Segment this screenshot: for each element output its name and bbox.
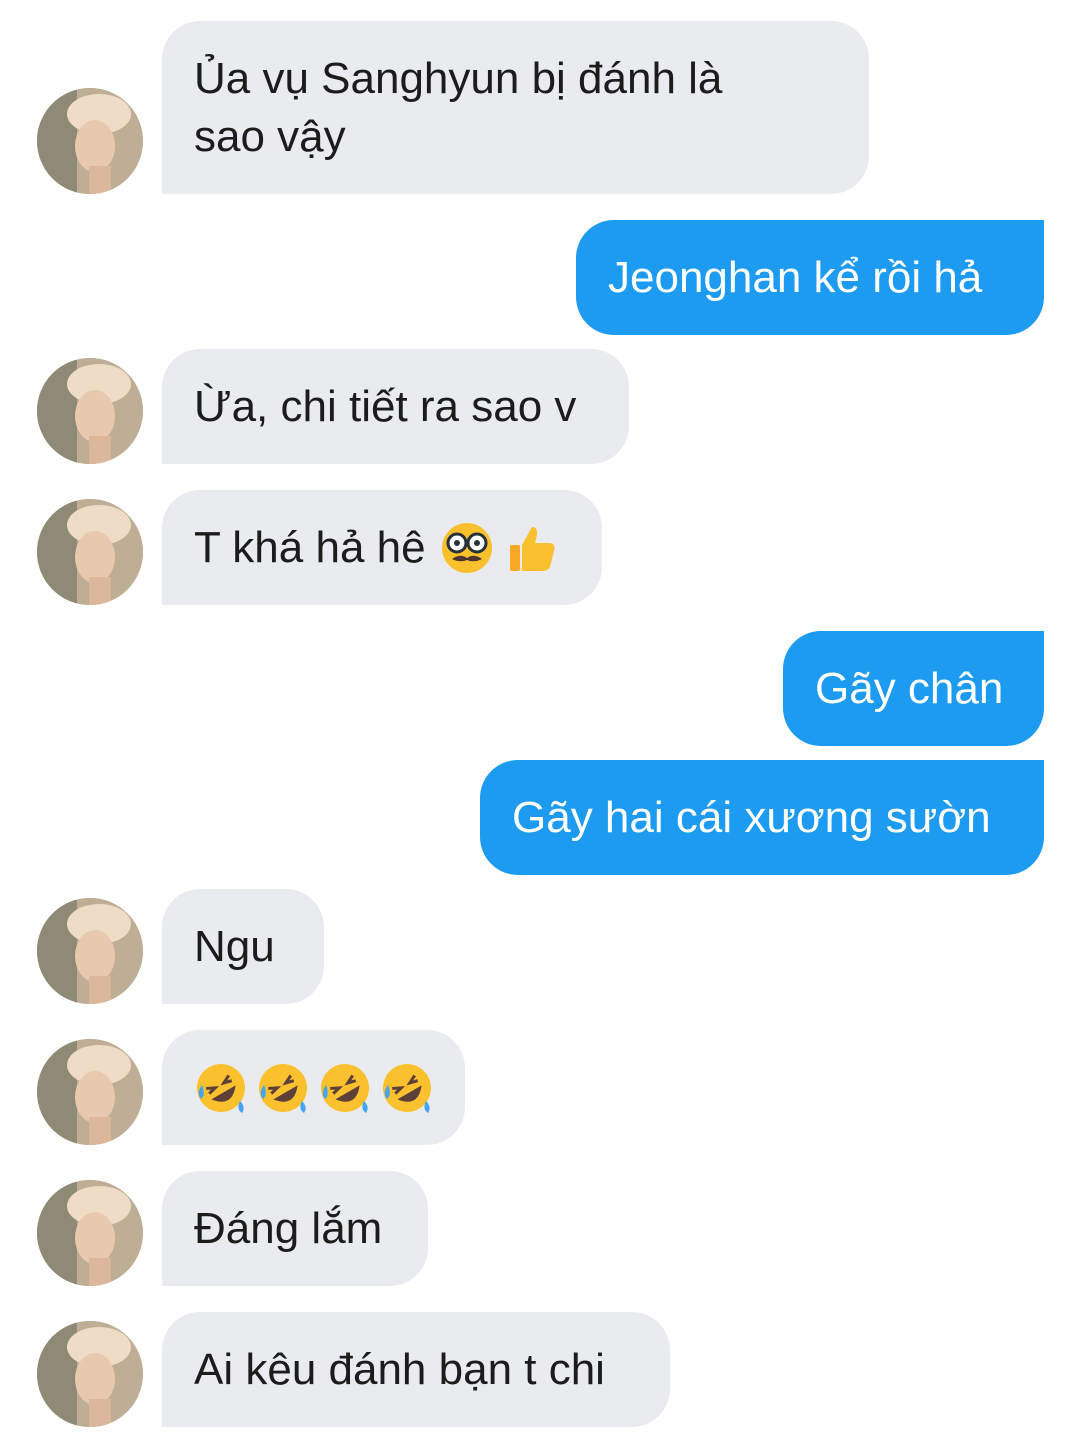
message-text: Ủa vụ Sanghyun bị đánh là sao vậy — [194, 53, 723, 161]
message-bubble-incoming[interactable]: Ngu — [162, 889, 324, 1004]
message-text: T khá hả hê — [194, 522, 426, 572]
contact-avatar[interactable] — [37, 499, 143, 605]
message-text: Jeonghan kể rồi hả — [608, 252, 983, 302]
rolling-on-floor-laughing-icon — [197, 1063, 245, 1113]
message-bubble-incoming[interactable] — [162, 1030, 465, 1145]
rolling-on-floor-laughing-icon — [321, 1063, 369, 1113]
rolling-on-floor-laughing-icon — [259, 1063, 307, 1113]
message-bubble-outgoing[interactable]: Gãy hai cái xương sườn — [480, 760, 1044, 875]
contact-avatar[interactable] — [37, 1180, 143, 1286]
rolling-on-floor-laughing-icon — [383, 1063, 431, 1113]
message-bubble-incoming[interactable]: Đáng lắm — [162, 1171, 428, 1286]
avatar-photo — [37, 1321, 143, 1427]
message-bubble-incoming[interactable]: Ừa, chi tiết ra sao v — [162, 349, 629, 464]
contact-avatar[interactable] — [37, 358, 143, 464]
message-text: Đáng lắm — [194, 1203, 383, 1253]
contact-avatar[interactable] — [37, 1039, 143, 1145]
avatar-photo — [37, 358, 143, 464]
thumbs-up-icon — [509, 526, 555, 571]
message-bubble-outgoing[interactable]: Gãy chân — [783, 631, 1044, 746]
message-bubble-incoming[interactable]: Ai kêu đánh bạn t chi — [162, 1312, 670, 1427]
contact-avatar[interactable] — [37, 88, 143, 194]
message-bubble-incoming[interactable]: Ủa vụ Sanghyun bị đánh là sao vậy — [162, 21, 869, 194]
avatar-photo — [37, 499, 143, 605]
message-text: Gãy hai cái xương sườn — [512, 792, 991, 842]
message-bubble-outgoing[interactable]: Jeonghan kể rồi hả — [576, 220, 1044, 335]
message-text: Ngu — [194, 921, 275, 971]
emoji-row — [194, 1061, 434, 1115]
contact-avatar[interactable] — [37, 1321, 143, 1427]
avatar-photo — [37, 898, 143, 1004]
message-text: Ừa, chi tiết ra sao v — [194, 381, 577, 431]
contact-avatar[interactable] — [37, 898, 143, 1004]
message-text: Gãy chân — [815, 663, 1004, 713]
avatar-photo — [37, 1039, 143, 1145]
disguised-face-icon — [441, 522, 492, 573]
avatar-photo — [37, 1180, 143, 1286]
message-text: Ai kêu đánh bạn t chi — [194, 1344, 605, 1394]
message-bubble-incoming[interactable]: T khá hả hê — [162, 490, 602, 605]
avatar-photo — [37, 88, 143, 194]
